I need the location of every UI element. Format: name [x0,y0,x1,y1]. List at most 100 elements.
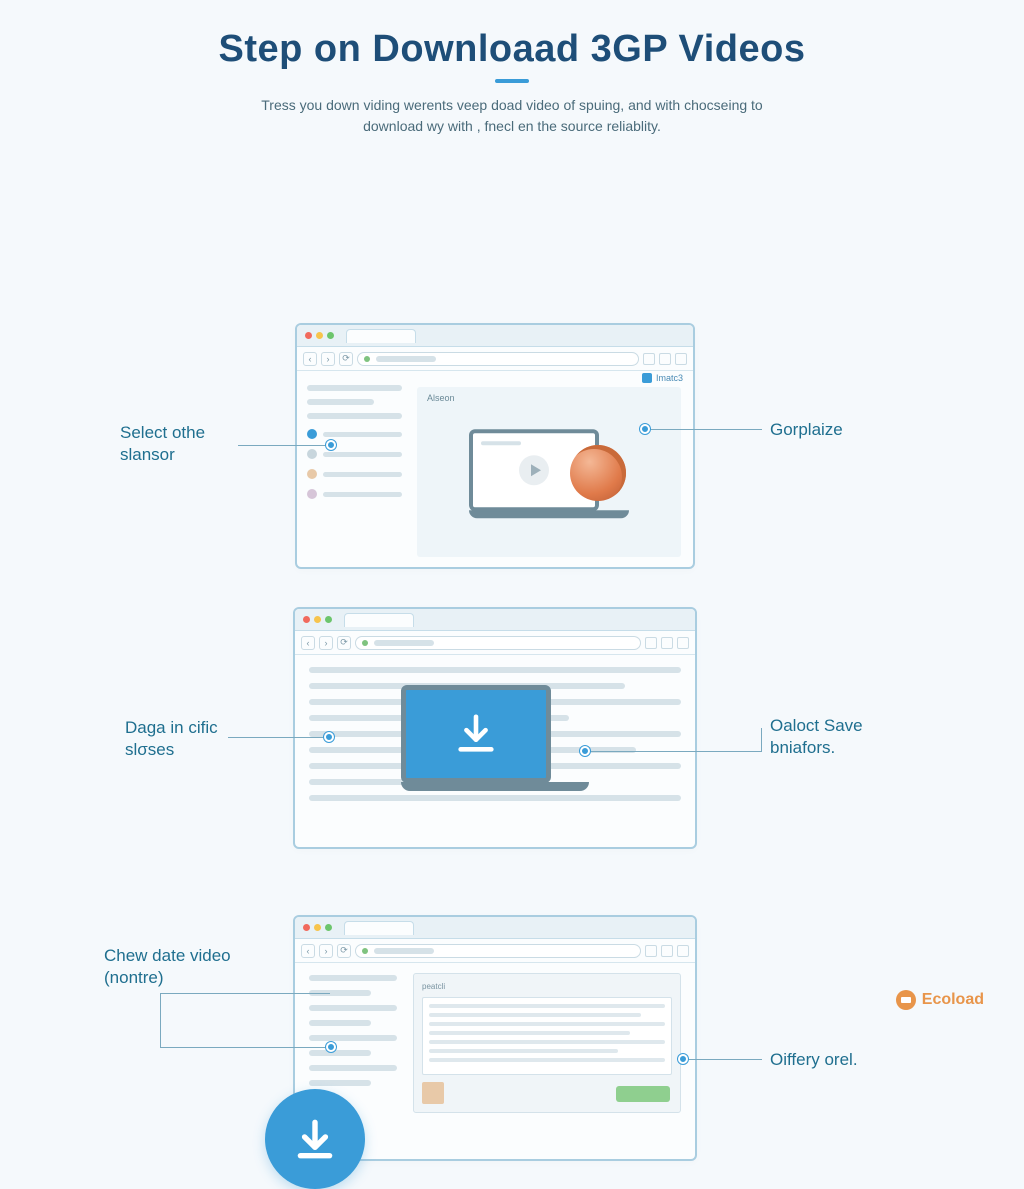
panel-inner [422,997,672,1075]
window-min-dot [316,332,323,339]
back-icon: ‹ [301,636,315,650]
sidebar-item [307,469,402,479]
connector-node [640,424,650,434]
header: Step on Downloaad 3GP Videos Tress you d… [0,0,1024,137]
sidebar-item [307,489,402,499]
bullet-icon [307,489,317,499]
browser-tabbar [295,917,695,939]
connector [586,751,762,752]
connector [238,445,330,446]
browser-window-step3: ‹ › ⟳ peatcli [293,915,697,1161]
connector-node [678,1054,688,1064]
connector [160,993,330,994]
text-line [309,667,681,673]
character-blob [570,445,626,501]
extension-icon [645,945,657,957]
text-line [309,1035,397,1041]
details-panel: peatcli [413,973,681,1113]
thumbnail [422,1082,444,1104]
connector [684,1059,762,1060]
sidebar-line [323,432,402,437]
sidebar-line [323,452,402,457]
bullet-icon [307,429,317,439]
window-min-dot [314,616,321,623]
title-underline [495,79,529,83]
sidebar-line [307,399,374,405]
callout-offery: Oiffery orel. [770,1049,858,1071]
sidebar-line [307,413,402,419]
address-bar [355,636,641,650]
reload-icon: ⟳ [337,636,351,650]
callout-chew-date: Chew date video (nontre) [104,945,254,989]
window-close-dot [305,332,312,339]
bullet-icon [307,449,317,459]
browser-window-step2: ‹ › ⟳ [293,607,697,849]
forward-icon: › [319,944,333,958]
lock-icon [362,948,368,954]
browser-toolbar: ‹ › ⟳ [295,631,695,655]
video-preview-area: Alseon [417,387,681,557]
window-max-dot [325,924,332,931]
reload-icon: ⟳ [337,944,351,958]
laptop-screen [401,685,551,783]
browser-tab [344,921,414,935]
sidebar-item [307,429,402,439]
text-line [429,1004,665,1008]
screen-line [481,441,521,445]
laptop-base [469,510,629,518]
address-bar [355,944,641,958]
connector-segment [761,728,762,752]
text-line [309,1080,371,1086]
browser-tabbar [297,325,693,347]
download-icon [453,711,499,757]
text-line [309,975,397,981]
profile-icon [661,637,673,649]
browser-toolbar: ‹ › ⟳ [295,939,695,963]
callout-select-source: Select othe slansor [120,422,240,466]
window-close-dot [303,616,310,623]
sidebar [307,385,402,499]
window-max-dot [327,332,334,339]
text-line [309,1065,397,1071]
brand-logo: Ecoload [896,990,984,1010]
url-placeholder [374,640,434,646]
address-bar [357,352,639,366]
download-badge [265,1089,365,1189]
connector [160,1047,330,1048]
browser-tab [344,613,414,627]
connector-node [324,732,334,742]
text-line [429,1013,641,1017]
extension-icon [643,353,655,365]
text-line [309,795,681,801]
profile-icon [661,945,673,957]
menu-icon [677,637,689,649]
laptop-download-illustration [401,685,589,791]
reload-icon: ⟳ [339,352,353,366]
confirm-button[interactable] [616,1086,670,1102]
page-title: Step on Downloaad 3GP Videos [0,28,1024,71]
window-min-dot [314,924,321,931]
text-line [429,1049,618,1053]
text-line [309,1020,371,1026]
callout-daga-in: Daga in cific slσses [125,717,235,761]
play-icon [519,455,549,485]
sidebar-line [307,385,402,391]
window-max-dot [325,616,332,623]
sidebar-line [323,472,402,477]
connector [646,429,762,430]
sidebar-line [323,492,402,497]
bullet-icon [307,469,317,479]
browser-tab [346,329,416,343]
text-line [309,1005,397,1011]
user-label: Imatc3 [656,373,683,383]
lock-icon [364,356,370,362]
connector-segment [160,994,161,1048]
brand-name: Ecoload [922,991,984,1009]
connector-node [326,1042,336,1052]
back-icon: ‹ [303,352,317,366]
forward-icon: › [319,636,333,650]
brand-icon [896,990,916,1010]
extension-icon [645,637,657,649]
text-line [429,1031,630,1035]
user-icon [642,373,652,383]
